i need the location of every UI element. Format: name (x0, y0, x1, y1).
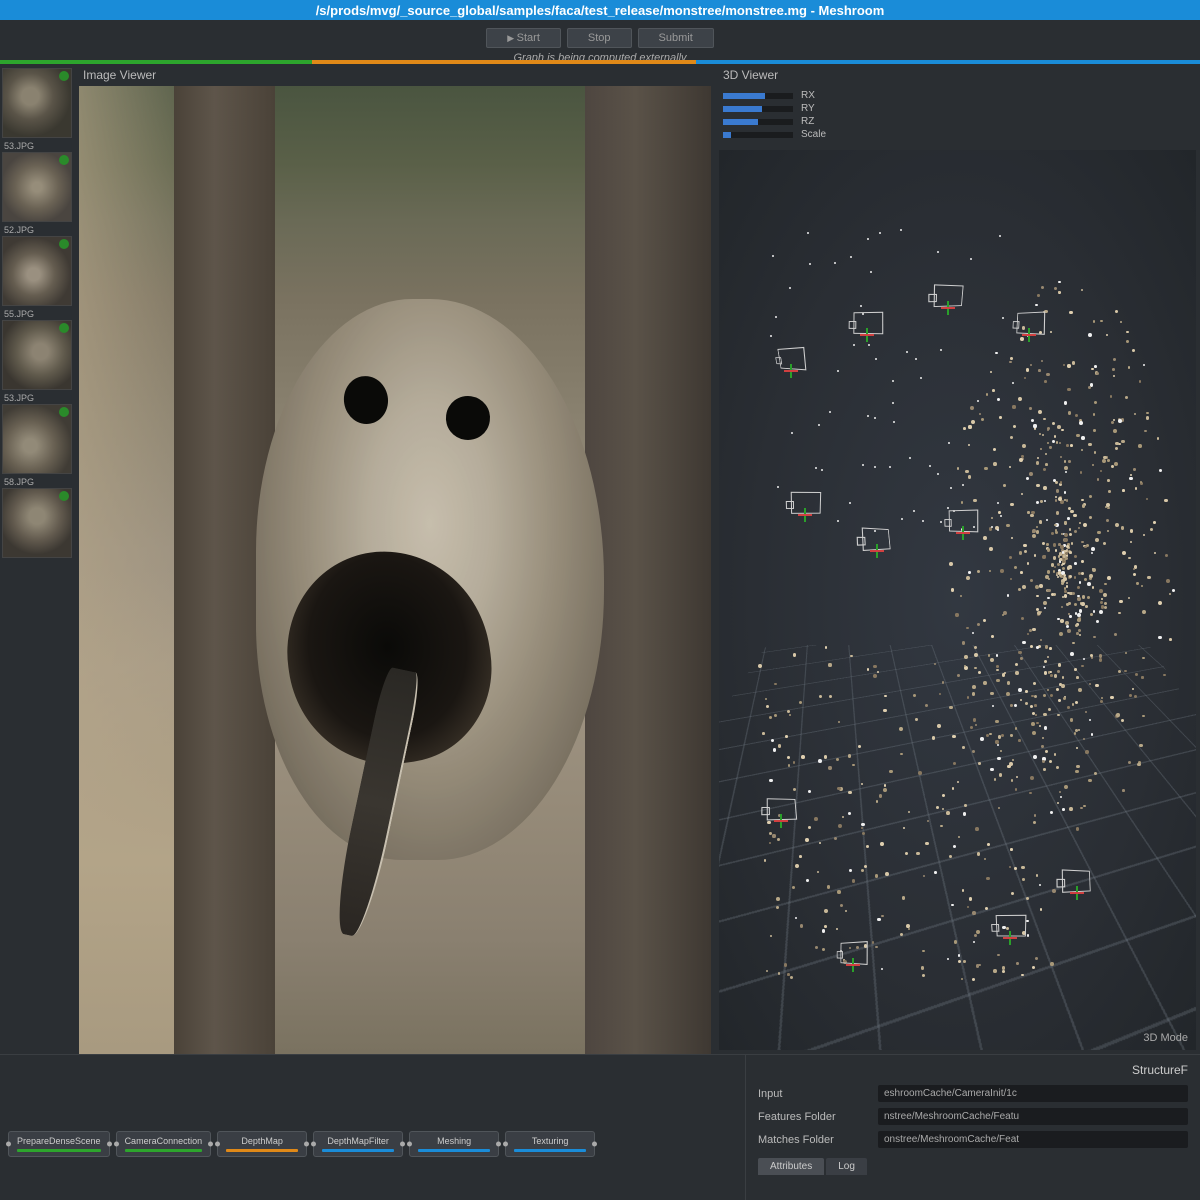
thumbnail-label: 58.JPG (2, 476, 73, 488)
thumbnail-label (2, 560, 73, 562)
attr-label: Features Folder (758, 1111, 868, 1123)
gallery-thumbnail[interactable] (2, 320, 72, 390)
attr-input[interactable]: nstree/MeshroomCache/Featu (878, 1108, 1188, 1125)
window-titlebar: /s/prods/mvg/_source_global/samples/faca… (0, 0, 1200, 20)
thumbnail-label: 55.JPG (2, 308, 73, 320)
gallery-thumbnail[interactable] (2, 236, 72, 306)
graph-node[interactable]: Meshing (409, 1131, 499, 1157)
node-label: PrepareDenseScene (17, 1136, 101, 1146)
gallery-thumbnail[interactable] (2, 152, 72, 222)
attr-input[interactable]: eshroomCache/CameraInit/1c (878, 1085, 1188, 1102)
check-icon (59, 239, 69, 249)
slider-label: RZ (801, 116, 814, 127)
image-viewer-panel: Image Viewer (75, 64, 715, 1054)
stop-button[interactable]: Stop (567, 28, 632, 48)
node-label: Texturing (532, 1136, 569, 1146)
view-mode-label: 3D Mode (1143, 1032, 1188, 1044)
graph-node[interactable]: CameraConnection (116, 1131, 212, 1157)
check-icon (59, 323, 69, 333)
graph-node[interactable]: DepthMapFilter (313, 1131, 403, 1157)
submit-button[interactable]: Submit (638, 28, 714, 48)
node-label: DepthMap (241, 1136, 283, 1146)
graph-node[interactable]: Texturing (505, 1131, 595, 1157)
image-viewport[interactable] (79, 86, 711, 1054)
attr-label: Input (758, 1088, 868, 1100)
tab-attributes[interactable]: Attributes (758, 1158, 824, 1175)
viewport-3d[interactable]: 3D Mode (719, 150, 1196, 1050)
slider-label: RX (801, 90, 815, 101)
thumbnail-label: 53.JPG (2, 140, 73, 152)
check-icon (59, 71, 69, 81)
window-title: /s/prods/mvg/_source_global/samples/faca… (316, 3, 885, 18)
node-label: Meshing (437, 1136, 471, 1146)
toolbar: Start Stop Submit Graph is being compute… (0, 20, 1200, 60)
transform-sliders: RX RY RZ Scale (715, 86, 1200, 146)
scale-slider[interactable] (723, 132, 793, 138)
image-gallery[interactable]: 53.JPG 52.JPG 55.JPG 53.JPG 58.JPG (0, 64, 75, 1054)
viewer-3d-panel: 3D Viewer RX RY RZ Scale 3D Mode (715, 64, 1200, 1054)
check-icon (59, 491, 69, 501)
gallery-thumbnail[interactable] (2, 68, 72, 138)
image-viewer-title: Image Viewer (75, 64, 715, 86)
attr-input[interactable]: onstree/MeshroomCache/Feat (878, 1131, 1188, 1148)
gallery-thumbnail[interactable] (2, 404, 72, 474)
grid-plane (719, 645, 1196, 1050)
graph-node[interactable]: DepthMap (217, 1131, 307, 1157)
slider-label: RY (801, 103, 815, 114)
thumbnail-label: 52.JPG (2, 224, 73, 236)
start-button[interactable]: Start (486, 28, 561, 48)
check-icon (59, 407, 69, 417)
check-icon (59, 155, 69, 165)
slider-label: Scale (801, 129, 826, 140)
gallery-thumbnail[interactable] (2, 488, 72, 558)
tab-log[interactable]: Log (826, 1158, 867, 1175)
rz-slider[interactable] (723, 119, 793, 125)
node-label: DepthMapFilter (327, 1136, 389, 1146)
attributes-title: StructureF (758, 1063, 1188, 1077)
thumbnail-label: 53.JPG (2, 392, 73, 404)
ry-slider[interactable] (723, 106, 793, 112)
attributes-panel: StructureF Input eshroomCache/CameraInit/… (745, 1055, 1200, 1200)
graph-node[interactable]: PrepareDenseScene (8, 1131, 110, 1157)
attr-label: Matches Folder (758, 1134, 868, 1146)
rx-slider[interactable] (723, 93, 793, 99)
node-graph[interactable]: PrepareDenseScene CameraConnection Depth… (0, 1055, 745, 1200)
node-label: CameraConnection (125, 1136, 203, 1146)
viewer-3d-title: 3D Viewer (715, 64, 1200, 86)
